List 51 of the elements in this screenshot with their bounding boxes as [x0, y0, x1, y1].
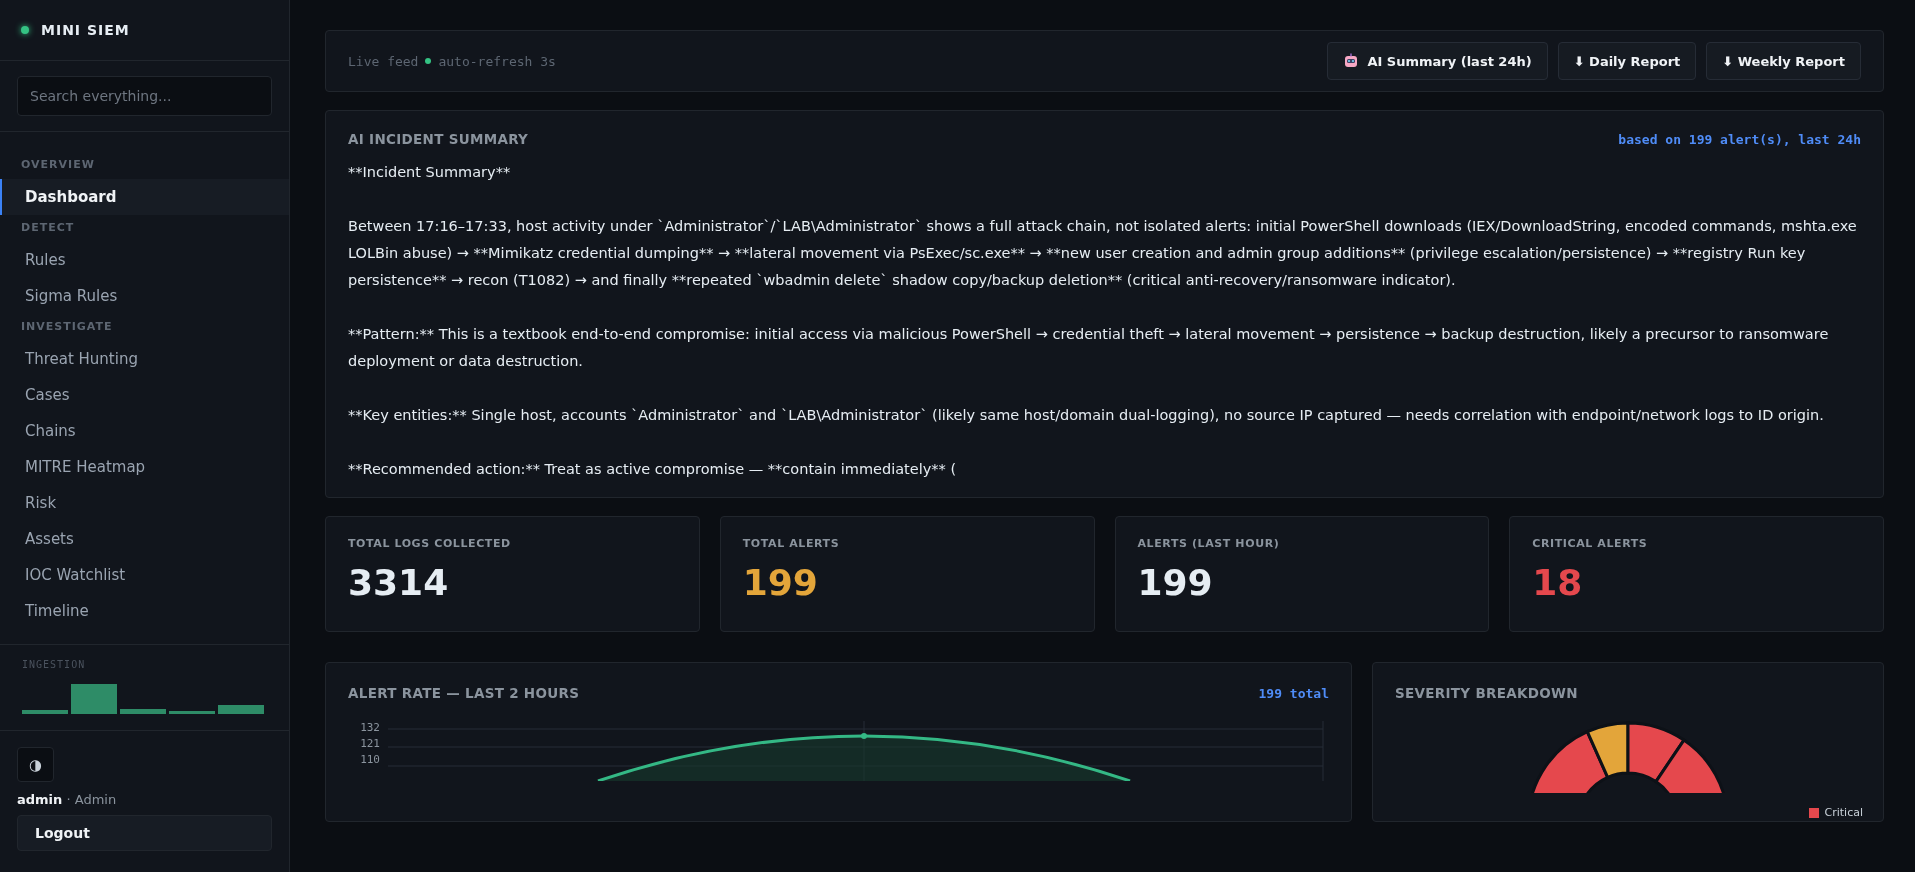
nav-item[interactable]: Timeline [0, 593, 289, 629]
card-title: AI INCIDENT SUMMARY [348, 131, 529, 147]
stat-value: 199 [742, 562, 819, 603]
summary-paragraph: **Pattern:** This is a textbook end-to-end compromise: initial access via malicious PowerShell → credential theft → lateral movement → persistence → backup destruction, likely a precursor to ransomware deployment or data destruction. [348, 325, 1830, 371]
ingestion-label: INGESTION [22, 659, 87, 670]
summary-paragraph: **Incident Summary** [348, 163, 512, 182]
report-button[interactable]: ⬇ Weekly Report [1706, 42, 1861, 80]
nav-section-label: DETECT [20, 220, 76, 236]
robot-icon [1343, 53, 1360, 69]
nav-item[interactable]: Threat Hunting [0, 341, 289, 377]
logout-button[interactable]: Logout [17, 815, 272, 851]
live-status-dot [425, 58, 432, 64]
stat-label: ALERTS (LAST HOUR) [1137, 537, 1281, 550]
username: admin [17, 792, 63, 807]
app-title: MINI SIEM [41, 22, 130, 38]
user-role: · Admin [66, 792, 117, 807]
nav-item[interactable]: Cases [0, 377, 289, 413]
summary-paragraph: **Recommended action:** Treat as active compromise — **contain immediately** ( [348, 460, 958, 479]
summary-paragraph: Between 17:16–17:33, host activity under `Administrator`/`LAB\Administrator` shows a full attack chain, not isolated alerts: initial PowerShell downloads (IEX/DownloadString, encoded commands, mshta.exe LOLBin abuse) → **Mimikatz credential dumping** → **lateral movement via PsExec/sc.exe** → **new user creation and admin group additions** (privilege escalation/persistence) → **registry Run key persistence** → recon (T1082) → and finally **repeated `wbadmin delete` shadow copy/backup deletion** (critical anti-recovery/ransomware indicator). [348, 217, 1858, 290]
nav-item[interactable]: Rules [0, 242, 289, 278]
stat-label: TOTAL ALERTS [742, 537, 841, 550]
nav-item[interactable]: Dashboard [0, 179, 289, 215]
y-axis-label: 121 [359, 737, 380, 750]
nav-item[interactable]: Chains [0, 413, 289, 449]
nav-item[interactable]: Risk [0, 485, 289, 521]
legend-label: Critical [1824, 806, 1863, 819]
stat-label: CRITICAL ALERTS [1532, 537, 1649, 550]
card-title: SEVERITY BREAKDOWN [1395, 685, 1578, 701]
summary-meta: based on 199 alert(s), last 24h [1618, 131, 1861, 147]
y-axis-label: 110 [359, 753, 380, 766]
report-button[interactable]: ⬇ Daily Report [1557, 42, 1697, 80]
nav-section-label: INVESTIGATE [20, 319, 114, 335]
report-button[interactable]: AI Summary (last 24h) [1327, 42, 1548, 80]
nav-item[interactable]: MITRE Heatmap [0, 449, 289, 485]
stat-value: 199 [1137, 562, 1214, 603]
nav-section-label: OVERVIEW [20, 157, 96, 173]
summary-paragraph: **Key entities:** Single host, accounts `Administrator` and `LAB\Administrator` (likely same host/domain dual-logging), no source IP captured — needs correlation with endpoint/network logs to ID origin. [348, 406, 1825, 425]
nav-item[interactable]: Sigma Rules [0, 278, 289, 314]
status-dot [21, 26, 29, 34]
live-feed-label: Live feed [348, 53, 419, 69]
search-field[interactable]: Search everything... [17, 76, 272, 116]
y-axis-label: 132 [359, 721, 380, 734]
stat-value: 3314 [348, 562, 450, 603]
alert-total: 199 total [1258, 685, 1329, 701]
refresh-label: auto-refresh 3s [438, 53, 556, 69]
nav-item[interactable]: Assets [0, 521, 289, 557]
card-title: ALERT RATE — LAST 2 HOURS [348, 685, 580, 701]
stat-label: TOTAL LOGS COLLECTED [348, 537, 512, 550]
theme-toggle-button[interactable]: ◑ [17, 747, 54, 782]
stat-value: 18 [1532, 562, 1584, 603]
nav-item[interactable]: IOC Watchlist [0, 557, 289, 593]
